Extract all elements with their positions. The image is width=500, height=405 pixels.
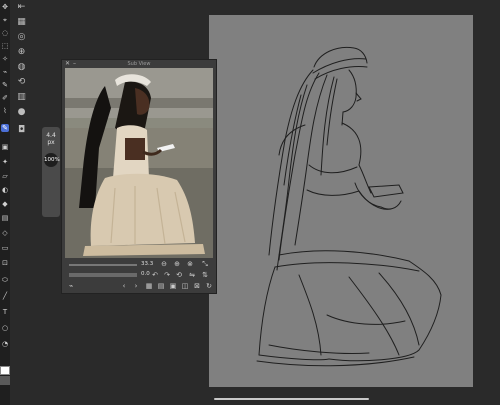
rotate-left-icon[interactable]: ↶: [151, 271, 159, 279]
brush-opacity-readout[interactable]: 100%: [44, 153, 60, 167]
move-tool-icon[interactable]: ✥: [1, 3, 9, 11]
pen-tool-icon[interactable]: ✎: [1, 81, 9, 89]
ruler-tool-icon[interactable]: ⊡: [1, 259, 9, 267]
blend-tool-icon[interactable]: ◐: [1, 186, 9, 194]
sub-view-titlebar[interactable]: ✕ – Sub View: [62, 60, 216, 68]
brush-size-icon[interactable]: ●: [16, 107, 27, 118]
flip-vertical-icon[interactable]: ⇅: [201, 271, 209, 279]
brush-size-unit: px: [47, 139, 55, 146]
frame-tool-icon[interactable]: ▭: [1, 244, 9, 252]
reset-rotation-icon[interactable]: ⟲: [175, 271, 183, 279]
pencil-tool-icon[interactable]: ✐: [1, 94, 9, 102]
sub-color-swatch[interactable]: [0, 376, 10, 385]
gradient-tool-icon[interactable]: ▤: [1, 214, 9, 222]
rotate-right-icon[interactable]: ↷: [163, 271, 171, 279]
active-brush-tool-icon[interactable]: ✎: [1, 124, 9, 132]
brush-opacity-value: 100: [44, 157, 55, 163]
zoom-out-icon[interactable]: ⊖: [160, 260, 168, 268]
eyedropper-icon[interactable]: ⌁: [67, 282, 75, 290]
sketch-drawing: [256, 46, 442, 367]
history-icon[interactable]: ⟲: [16, 77, 27, 88]
import-icon[interactable]: ▣: [169, 282, 177, 290]
transform-tool-icon[interactable]: ⌖: [1, 16, 9, 24]
previous-image-icon[interactable]: ‹: [120, 282, 128, 290]
brush-tool-icon[interactable]: ⌇: [1, 107, 9, 115]
magic-wand-icon[interactable]: ✧: [1, 55, 9, 63]
lasso-tool-icon[interactable]: ◌: [1, 29, 9, 37]
material-icon[interactable]: ◎: [16, 32, 27, 43]
line-tool-icon[interactable]: ╱: [1, 292, 9, 300]
flip-horizontal-icon[interactable]: ⇋: [188, 271, 196, 279]
tool-palette: ✥ ⌖ ◌ ⬚ ✧ ⌁ ✎ ✐ ⌇ ✎ ▣ ✦ ▱ ◐ ◆ ▤ ◇ ▭ ⊡ ⬭ …: [0, 0, 10, 405]
camera-icon[interactable]: ◘: [16, 125, 27, 136]
brush-size-panel: 4.4 px 100%: [42, 127, 60, 217]
color-wheel-icon[interactable]: ◍: [16, 62, 27, 73]
back-icon[interactable]: ⇤: [16, 2, 27, 13]
sub-tool-palette: ⇤ ▦ ◎ ⊕ ◍ ⟲ ▥ ● ◘: [12, 0, 30, 140]
main-color-swatch[interactable]: [0, 366, 10, 375]
selection-tool-icon[interactable]: ⬚: [1, 42, 9, 50]
airbrush-tool-icon[interactable]: ▣: [1, 143, 9, 151]
brush-size-readout[interactable]: 4.4 px: [44, 132, 58, 146]
text-tool-icon[interactable]: T: [1, 308, 9, 316]
open-icon[interactable]: ◫: [181, 282, 189, 290]
brush-size-value: 4.4: [46, 132, 56, 139]
fit-icon[interactable]: ⊗: [186, 260, 194, 268]
hand-tool-icon[interactable]: ○: [1, 324, 9, 332]
rotation-slider[interactable]: [69, 273, 137, 277]
figure-tool-icon[interactable]: ◇: [1, 229, 9, 237]
decoration-tool-icon[interactable]: ✦: [1, 158, 9, 166]
actual-size-icon[interactable]: ⤡: [201, 260, 209, 268]
drawing-canvas[interactable]: [209, 15, 473, 387]
zoom-value[interactable]: 33.3: [141, 261, 153, 267]
rotation-value[interactable]: 0.0: [141, 271, 150, 277]
zoom-tool-icon[interactable]: ◔: [1, 340, 9, 348]
refresh-icon[interactable]: ↻: [205, 282, 213, 290]
next-image-icon[interactable]: ›: [132, 282, 140, 290]
zoom-slider[interactable]: [69, 264, 137, 266]
reference-photo-art: [65, 68, 213, 258]
grid-icon[interactable]: ▦: [145, 282, 153, 290]
balloon-tool-icon[interactable]: ⬭: [1, 276, 9, 284]
eraser-tool-icon[interactable]: ▱: [1, 172, 9, 180]
layer-icon[interactable]: ▦: [16, 17, 27, 28]
fill-tool-icon[interactable]: ◆: [1, 200, 9, 208]
sub-view-window: ✕ – Sub View 33.3 0.0 ⊖ ⊕ ⊗ ⤡ ↶ ↷ ⟲ ⇋ ⇅ …: [61, 59, 217, 294]
brush-opacity-unit: %: [54, 157, 60, 163]
canvas-scrollbar[interactable]: [214, 398, 369, 400]
delete-icon[interactable]: ⊠: [193, 282, 201, 290]
images-icon[interactable]: ▤: [157, 282, 165, 290]
zoom-in-icon[interactable]: ⊕: [173, 260, 181, 268]
sub-view-controls: 33.3 0.0 ⊖ ⊕ ⊗ ⤡ ↶ ↷ ⟲ ⇋ ⇅ ⌁ ‹ › ▦ ▤ ▣ ◫…: [65, 260, 213, 292]
sub-view-title: Sub View: [127, 61, 151, 67]
reference-photo[interactable]: [65, 68, 213, 258]
navigator-icon[interactable]: ⊕: [16, 47, 27, 58]
property-icon[interactable]: ▥: [16, 92, 27, 103]
eyedropper-icon[interactable]: ⌁: [1, 68, 9, 76]
